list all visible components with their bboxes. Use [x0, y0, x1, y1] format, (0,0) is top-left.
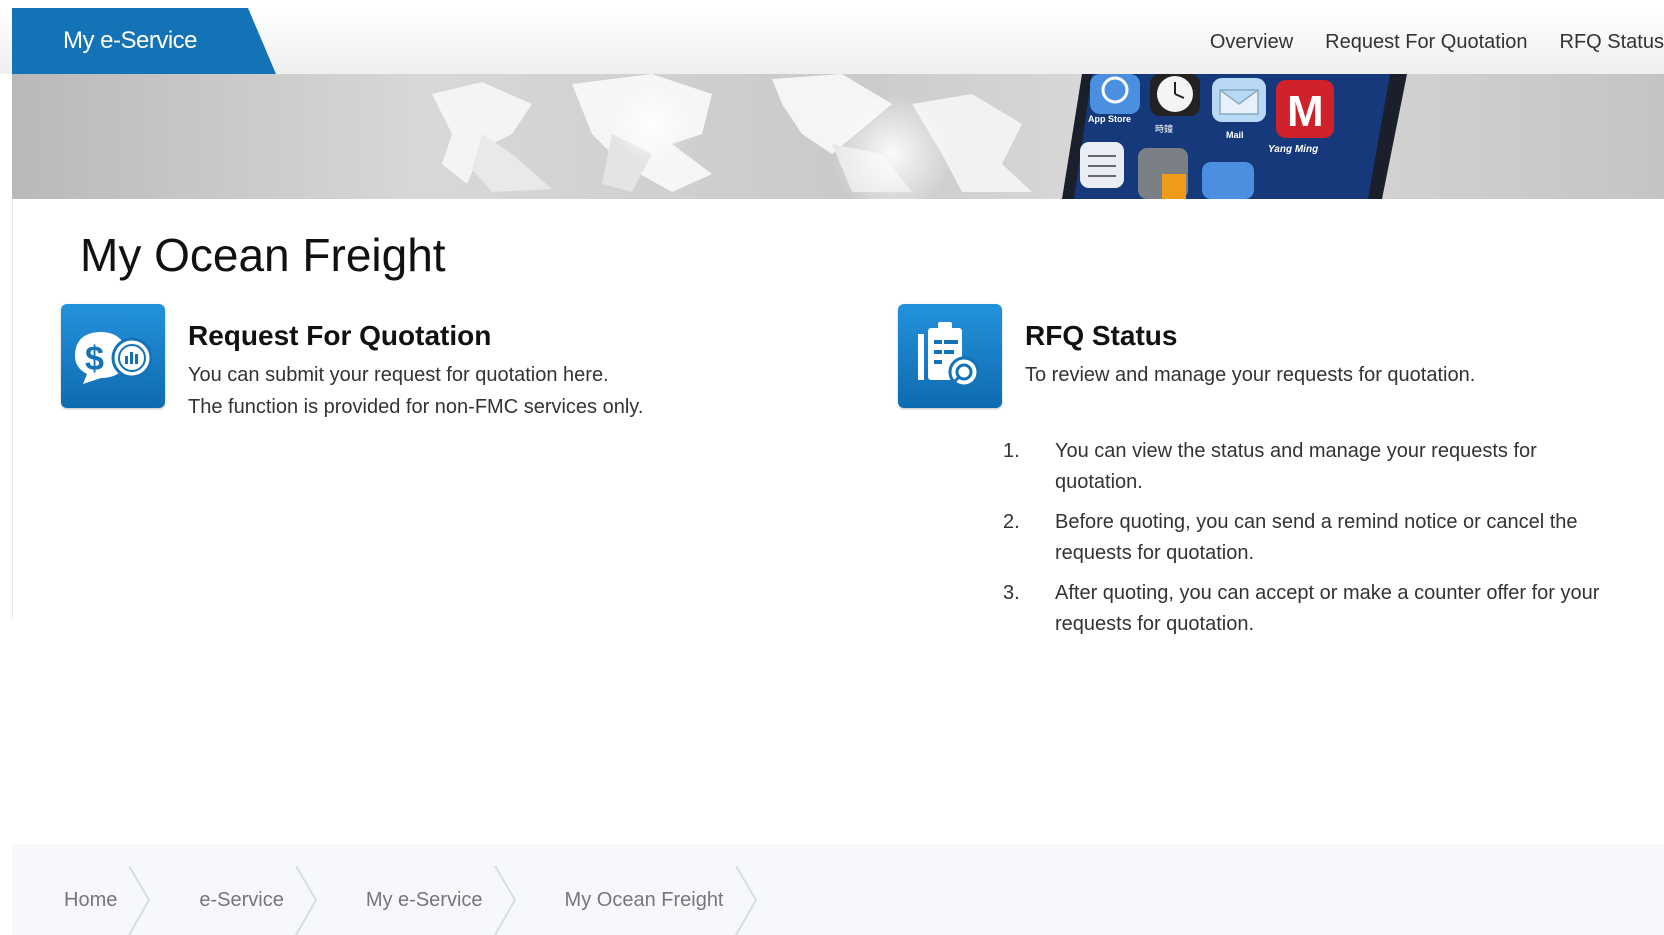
breadcrumb-label: My Ocean Freight — [564, 889, 724, 911]
rfq-status-description: To review and manage your requests for q… — [1025, 359, 1475, 391]
request-for-quotation-title[interactable]: Request For Quotation — [188, 320, 491, 352]
request-for-quotation-icon[interactable]: $ — [61, 304, 165, 408]
list-text: Before quoting, you can send a remind no… — [1055, 511, 1578, 533]
breadcrumb: Home e-Service My e-Service My Ocean Fre… — [12, 866, 757, 935]
description-line: The function is provided for non-FMC ser… — [188, 396, 644, 418]
request-for-quotation-description: You can submit your request for quotatio… — [188, 359, 643, 423]
rfq-status-icon[interactable] — [898, 304, 1002, 408]
list-text: requests for quotation. — [1055, 542, 1255, 564]
list-item: 3. After quoting, you can accept or make… — [1003, 578, 1643, 640]
breadcrumb-e-service[interactable]: e-Service — [147, 866, 317, 935]
list-number: 2. — [1003, 511, 1020, 533]
world-map-graphic — [432, 74, 1032, 199]
breadcrumb-label: Home — [64, 889, 118, 911]
description-line: You can submit your request for quotatio… — [188, 364, 609, 386]
breadcrumb-label: e-Service — [199, 889, 284, 911]
hero-banner: App Store 時鐘 Mail M Yang Ming — [12, 74, 1664, 199]
content-left-border — [12, 199, 13, 619]
list-text: You can view the status and manage your … — [1055, 440, 1537, 462]
breadcrumb-my-ocean-freight[interactable]: My Ocean Freight — [513, 866, 757, 935]
smartphone-graphic: App Store 時鐘 Mail M Yang Ming — [1062, 74, 1407, 199]
clipboard-search-icon — [918, 322, 980, 388]
list-item: 1. You can view the status and manage yo… — [1003, 436, 1643, 498]
list-text: quotation. — [1055, 471, 1143, 493]
list-number: 3. — [1003, 582, 1020, 604]
nav-rfq-status[interactable]: RFQ Status — [1560, 31, 1664, 54]
nav-overview[interactable]: Overview — [1210, 31, 1293, 54]
list-number: 1. — [1003, 440, 1020, 462]
app-store-label: App Store — [1088, 114, 1131, 124]
list-text: After quoting, you can accept or make a … — [1055, 582, 1600, 604]
breadcrumb-home[interactable]: Home — [12, 866, 151, 935]
breadcrumb-my-e-service[interactable]: My e-Service — [314, 866, 516, 935]
top-nav: Overview Request For Quotation RFQ Statu… — [1178, 31, 1664, 54]
list-item: 2. Before quoting, you can send a remind… — [1003, 507, 1643, 569]
dollar-quote-icon: $ — [75, 332, 153, 384]
description-line: To review and manage your requests for q… — [1025, 364, 1476, 386]
svg-text:M: M — [1287, 87, 1324, 136]
brand-label: My e-Service — [62, 27, 198, 54]
svg-text:$: $ — [85, 340, 104, 378]
rfq-status-title[interactable]: RFQ Status — [1025, 320, 1177, 352]
clock-label: 時鐘 — [1155, 123, 1173, 135]
rfq-status-list: 1. You can view the status and manage yo… — [1003, 436, 1643, 649]
yang-ming-label: Yang Ming — [1268, 144, 1318, 155]
nav-request-for-quotation[interactable]: Request For Quotation — [1325, 31, 1527, 54]
breadcrumb-label: My e-Service — [365, 889, 483, 911]
banner-illustration: App Store 時鐘 Mail M Yang Ming — [432, 74, 1407, 199]
mail-label: Mail — [1226, 130, 1244, 140]
page-title: My Ocean Freight — [80, 229, 446, 281]
chevron-right-icon — [734, 866, 757, 935]
brand-tab[interactable]: My e-Service — [12, 8, 276, 74]
list-text: requests for quotation. — [1055, 613, 1255, 635]
